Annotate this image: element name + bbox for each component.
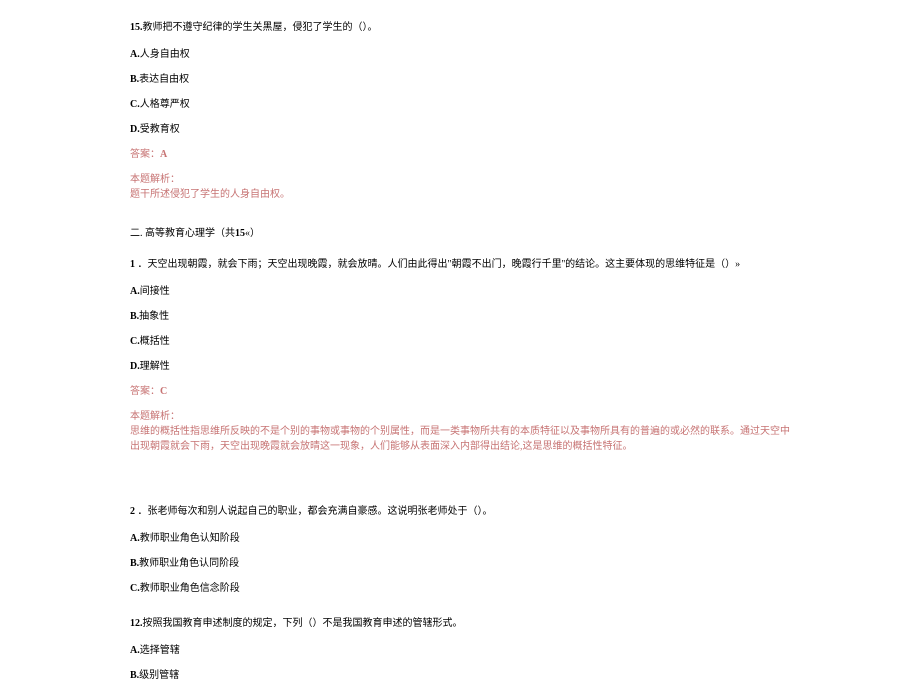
option-label-c: C. — [130, 336, 140, 347]
answer-15-label: 答案： — [130, 149, 160, 160]
question-2-text: ．张老师每次和别人说起自己的职业，都会充满自豪感。这说明张老师处于（）。 — [135, 506, 493, 517]
question-1: 1 ．天空出现朝霞，就会下雨；天空出现晚霞，就会放晴。人们由此得出"朝霞不出门，… — [130, 257, 790, 454]
option-label-d: D. — [130, 361, 140, 372]
question-2-header: 2 ．张老师每次和别人说起自己的职业，都会充满自豪感。这说明张老师处于（）。 — [130, 504, 790, 519]
option-label-c: C. — [130, 99, 140, 110]
option-15-b: B.表达自由权 — [130, 72, 790, 87]
question-15-text: 教师把不遵守纪律的学生关黑屋，侵犯了学生的（）。 — [143, 22, 378, 33]
analysis-15-label: 本题解析： — [130, 172, 790, 187]
option-label-d: D. — [130, 124, 140, 135]
answer-1-value: C — [160, 386, 167, 397]
question-12: 12.按照我国教育申述制度的规定，下列（）不是我国教育申述的管辖形式。 A.选择… — [130, 616, 790, 683]
question-12-header: 12.按照我国教育申述制度的规定，下列（）不是我国教育申述的管辖形式。 — [130, 616, 790, 631]
section-2-num: 15 — [235, 228, 245, 239]
analysis-1-text: 思维的概括性指思维所反映的不是个别的事物或事物的个别属性，而是一类事物所共有的本… — [130, 424, 790, 454]
option-text-c: 概括性 — [140, 336, 170, 347]
option-15-d: D.受教育权 — [130, 122, 790, 137]
section-2-prefix: 二. 高等教育心理学（共 — [130, 228, 235, 239]
option-text-b: 级别管辖 — [139, 670, 179, 681]
option-text-b: 表达自由权 — [139, 74, 189, 85]
answer-1: 答案：C — [130, 384, 790, 399]
option-label-a: A. — [130, 286, 140, 297]
option-1-d: D.理解性 — [130, 359, 790, 374]
question-1-header: 1 ．天空出现朝霞，就会下雨；天空出现晚霞，就会放晴。人们由此得出"朝霞不出门，… — [130, 257, 790, 272]
option-label-a: A. — [130, 533, 140, 544]
option-text-a: 教师职业角色认知阶段 — [140, 533, 240, 544]
answer-15: 答案：A — [130, 147, 790, 162]
option-text-c: 教师职业角色信念阶段 — [140, 583, 240, 594]
option-text-c: 人格尊严权 — [140, 99, 190, 110]
question-15-header: 15.教师把不遵守纪律的学生关黑屋，侵犯了学生的（）。 — [130, 20, 790, 35]
option-1-a: A.间接性 — [130, 284, 790, 299]
option-15-a: A.人身自由权 — [130, 47, 790, 62]
option-text-b: 教师职业角色认同阶段 — [139, 558, 239, 569]
option-text-a: 间接性 — [140, 286, 170, 297]
option-2-a: A.教师职业角色认知阶段 — [130, 531, 790, 546]
question-2: 2 ．张老师每次和别人说起自己的职业，都会充满自豪感。这说明张老师处于（）。 A… — [130, 504, 790, 596]
question-12-text: 按照我国教育申述制度的规定，下列（）不是我国教育申述的管辖形式。 — [143, 618, 463, 629]
option-2-b: B.教师职业角色认同阶段 — [130, 556, 790, 571]
option-label-b: B. — [130, 311, 139, 322]
section-2-title: 二. 高等教育心理学（共15«） — [130, 226, 790, 241]
option-label-c: C. — [130, 583, 140, 594]
option-label-a: A. — [130, 49, 140, 60]
option-12-b: B.级别管辖 — [130, 668, 790, 683]
section-2-suffix: «） — [245, 228, 260, 239]
option-1-c: C.概括性 — [130, 334, 790, 349]
question-15: 15.教师把不遵守纪律的学生关黑屋，侵犯了学生的（）。 A.人身自由权 B.表达… — [130, 20, 790, 202]
analysis-1-label: 本题解析： — [130, 409, 790, 424]
analysis-15-text: 题干所述侵犯了学生的人身自由权。 — [130, 187, 790, 202]
option-label-b: B. — [130, 74, 139, 85]
option-text-b: 抽象性 — [139, 311, 169, 322]
question-12-number: 12. — [130, 618, 143, 629]
answer-15-value: A — [160, 149, 167, 160]
option-text-d: 理解性 — [140, 361, 170, 372]
option-text-d: 受教育权 — [140, 124, 180, 135]
option-text-a: 人身自由权 — [140, 49, 190, 60]
option-label-b: B. — [130, 670, 139, 681]
option-label-b: B. — [130, 558, 139, 569]
option-1-b: B.抽象性 — [130, 309, 790, 324]
option-15-c: C.人格尊严权 — [130, 97, 790, 112]
answer-1-label: 答案： — [130, 386, 160, 397]
question-15-number: 15. — [130, 22, 143, 33]
question-1-text: ．天空出现朝霞，就会下雨；天空出现晚霞，就会放晴。人们由此得出"朝霞不出门，晚霞… — [135, 259, 740, 270]
option-2-c: C.教师职业角色信念阶段 — [130, 581, 790, 596]
